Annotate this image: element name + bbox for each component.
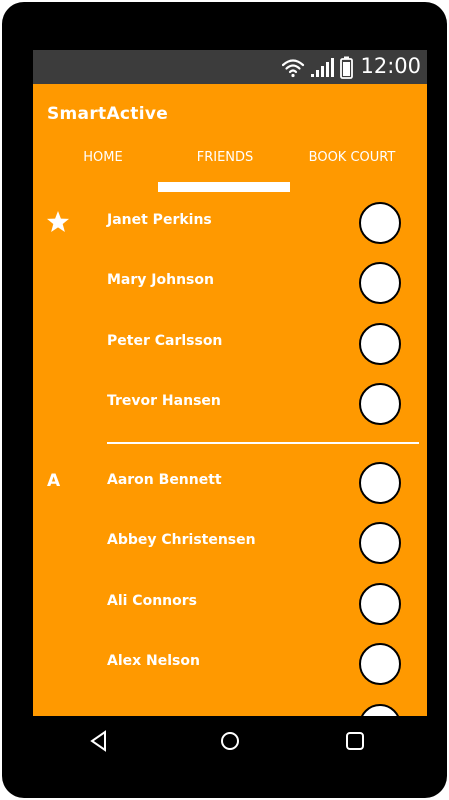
wifi-icon bbox=[282, 59, 305, 78]
avatar[interactable] bbox=[359, 202, 401, 244]
friend-row[interactable]: Ali Connors bbox=[33, 579, 427, 629]
friend-name: Janet Perkins bbox=[107, 212, 212, 228]
friend-row[interactable] bbox=[33, 700, 427, 716]
app-screen: 12:00 SmartActive HOME FRIENDS BOOK COUR… bbox=[33, 50, 427, 716]
avatar[interactable] bbox=[359, 462, 401, 504]
battery-icon bbox=[340, 56, 353, 79]
friend-row[interactable]: Abbey Christensen bbox=[33, 518, 427, 568]
friend-name: Ali Connors bbox=[107, 593, 197, 609]
signal-icon bbox=[311, 58, 334, 77]
back-icon[interactable] bbox=[85, 727, 113, 755]
friend-name: Aaron Bennett bbox=[107, 472, 222, 488]
friend-row[interactable]: Peter Carlsson bbox=[33, 319, 427, 369]
recents-icon[interactable] bbox=[341, 727, 369, 755]
friend-name: Abbey Christensen bbox=[107, 532, 256, 548]
avatar[interactable] bbox=[359, 522, 401, 564]
friend-name: Peter Carlsson bbox=[107, 333, 223, 349]
home-icon[interactable] bbox=[216, 727, 244, 755]
friend-row[interactable]: Alex Nelson bbox=[33, 639, 427, 689]
friend-name: Trevor Hansen bbox=[107, 393, 221, 409]
avatar[interactable] bbox=[359, 583, 401, 625]
friend-name: Alex Nelson bbox=[107, 653, 200, 669]
friend-name: Mary Johnson bbox=[107, 272, 214, 288]
avatar[interactable] bbox=[359, 262, 401, 304]
tab-selected-indicator bbox=[158, 182, 290, 192]
status-bar: 12:00 bbox=[33, 50, 427, 84]
tab-friends[interactable]: FRIENDS bbox=[185, 150, 265, 165]
status-icons bbox=[282, 56, 353, 79]
friend-row[interactable]: Janet Perkins bbox=[33, 198, 427, 248]
tab-book-court[interactable]: BOOK COURT bbox=[297, 150, 407, 165]
friend-row[interactable]: Mary Johnson bbox=[33, 258, 427, 308]
section-divider bbox=[107, 442, 419, 444]
friend-row[interactable]: Aaron Bennett bbox=[33, 458, 427, 508]
friend-row[interactable]: Trevor Hansen bbox=[33, 379, 427, 429]
status-time: 12:00 bbox=[360, 54, 421, 78]
phone-frame: 12:00 SmartActive HOME FRIENDS BOOK COUR… bbox=[2, 2, 447, 798]
avatar[interactable] bbox=[359, 383, 401, 425]
tab-home[interactable]: HOME bbox=[63, 150, 143, 165]
avatar[interactable] bbox=[359, 704, 401, 716]
navigation-bar bbox=[33, 716, 427, 766]
avatar[interactable] bbox=[359, 323, 401, 365]
app-title: SmartActive bbox=[47, 104, 169, 124]
avatar[interactable] bbox=[359, 643, 401, 685]
